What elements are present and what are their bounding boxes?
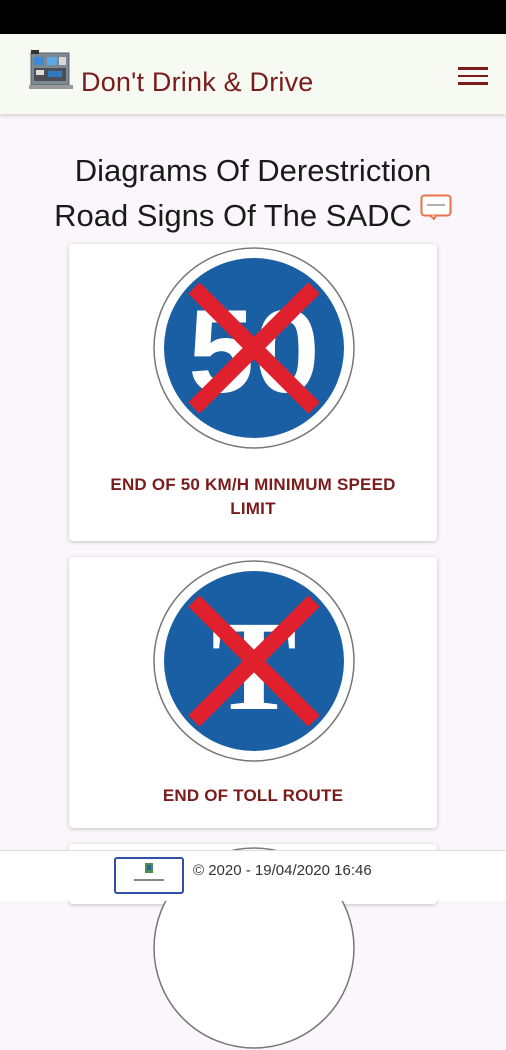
sign-card-end-toll-route[interactable]: T END OF TOLL ROUTE	[69, 557, 437, 828]
footer-copyright: © 2020 - 19/04/2020 16:46	[193, 862, 372, 879]
hamburger-menu-icon[interactable]	[458, 67, 488, 70]
tooltip-badge-icon[interactable]	[420, 194, 452, 220]
page-title-line-1: Diagrams Of Derestriction	[74, 153, 432, 188]
status-bar	[0, 0, 506, 34]
sign-card-end-min-speed[interactable]: 50 END OF 50 KM/H MINIMUM SPEED LIMIT	[69, 244, 437, 541]
menu-button[interactable]	[458, 64, 488, 88]
app-title: Don't Drink & Drive	[81, 67, 314, 97]
page-title: Diagrams Of Derestriction Road Signs Of …	[20, 148, 486, 238]
footer: © 2020 - 19/04/2020 16:46	[0, 850, 506, 901]
app-logo-icon	[29, 50, 73, 89]
sign-caption: END OF 50 KM/H MINIMUM SPEED LIMIT	[110, 475, 396, 518]
app-bar: Don't Drink & Drive	[0, 34, 506, 114]
page-title-line-2-wrapper: Road Signs Of The SADC	[20, 193, 486, 238]
footer-badge-button[interactable]	[114, 857, 184, 894]
page-title-line-2: Road Signs Of The SADC	[54, 198, 412, 233]
sign-caption: END OF TOLL ROUTE	[162, 786, 344, 805]
app-badge-icon	[134, 863, 164, 881]
end-of-minimum-speed-sign-icon: 50	[153, 247, 355, 449]
end-of-toll-route-sign-icon: T	[153, 560, 355, 762]
